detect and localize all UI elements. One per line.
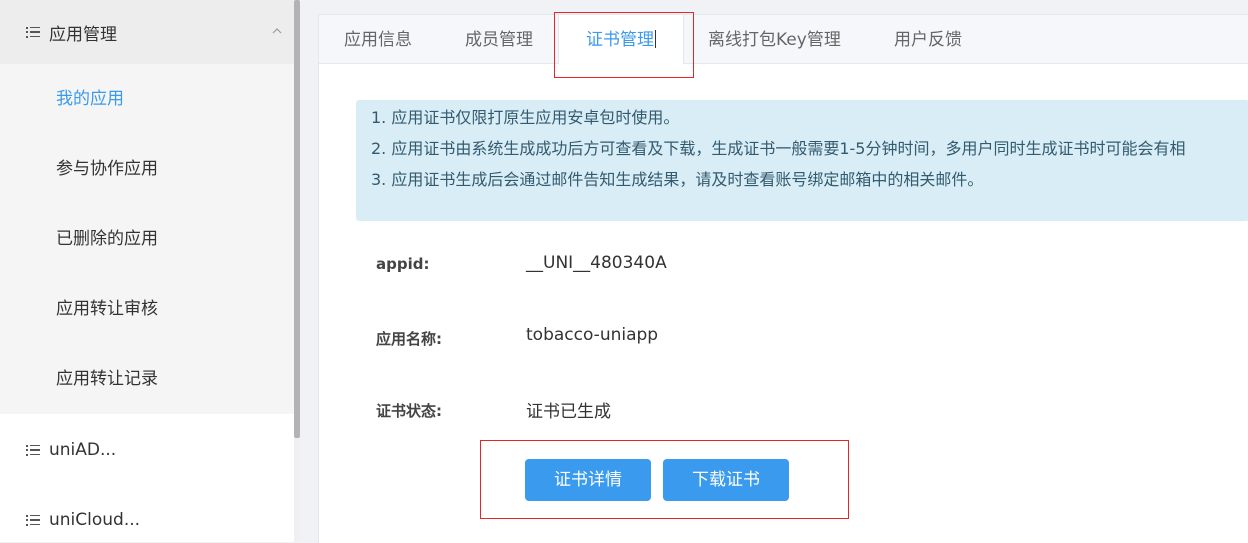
sidebar-group-uniad[interactable]: uniAD... bbox=[0, 415, 294, 485]
main-panel: 应用信息 成员管理 证书管理 离线打包Key管理 用户反馈 1. 应用证书仅限打… bbox=[318, 14, 1248, 543]
notice-line: 1. 应用证书仅限打原生应用安卓包时使用。 bbox=[371, 108, 680, 127]
tab-app-info[interactable]: 应用信息 bbox=[344, 15, 412, 63]
appid-label: appid: bbox=[376, 255, 430, 273]
notice-line: 2. 应用证书由系统生成成功后方可查看及下载，生成证书一般需要1-5分钟时间，多… bbox=[371, 139, 1186, 158]
sidebar-group-app-management[interactable]: 应用管理 bbox=[0, 0, 294, 64]
tab-label: 证书管理 bbox=[586, 30, 654, 50]
list-icon bbox=[26, 514, 40, 526]
sidebar-group-label: uniAD... bbox=[49, 440, 117, 460]
tab-certificate-management[interactable]: 证书管理 bbox=[558, 15, 684, 64]
sidebar-item-transfer-review[interactable]: 应用转让审核 bbox=[0, 274, 294, 344]
sidebar-group-label: 应用管理 bbox=[49, 24, 117, 45]
certificate-details-button[interactable]: 证书详情 bbox=[525, 459, 651, 501]
download-certificate-button[interactable]: 下载证书 bbox=[663, 459, 789, 501]
cert-status-label: 证书状态: bbox=[376, 402, 442, 420]
tab-member-management[interactable]: 成员管理 bbox=[465, 15, 533, 63]
sidebar-item-collab-apps[interactable]: 参与协作应用 bbox=[0, 134, 294, 204]
appid-value: __UNI__480340A bbox=[526, 253, 667, 273]
sidebar-group-label: uniCloud... bbox=[49, 510, 141, 530]
sidebar-submenu: 我的应用 参与协作应用 已删除的应用 应用转让审核 应用转让记录 bbox=[0, 64, 294, 414]
tab-offline-key-management[interactable]: 离线打包Key管理 bbox=[708, 15, 841, 63]
notice-line: 3. 应用证书生成后会通过邮件告知生成结果，请及时查看账号绑定邮箱中的相关邮件。 bbox=[371, 170, 984, 189]
sidebar-item-deleted-apps[interactable]: 已删除的应用 bbox=[0, 204, 294, 274]
sidebar-item-transfer-records[interactable]: 应用转让记录 bbox=[0, 344, 294, 414]
scrollbar-thumb[interactable] bbox=[294, 0, 300, 438]
app-name-label: 应用名称: bbox=[376, 330, 442, 348]
app-name-value: tobacco-uniapp bbox=[526, 325, 659, 345]
list-icon bbox=[26, 444, 40, 456]
text-caret bbox=[655, 30, 656, 48]
cert-status-value: 证书已生成 bbox=[526, 402, 611, 422]
sidebar: 应用管理 我的应用 参与协作应用 已删除的应用 应用转让审核 应用转让记录 un… bbox=[0, 0, 294, 542]
sidebar-scrollbar[interactable] bbox=[294, 0, 300, 542]
sidebar-item-my-apps[interactable]: 我的应用 bbox=[0, 64, 294, 134]
sidebar-group-unicloud[interactable]: uniCloud... bbox=[0, 485, 294, 542]
chevron-up-icon bbox=[272, 28, 282, 34]
list-icon bbox=[26, 26, 40, 38]
info-notice: 1. 应用证书仅限打原生应用安卓包时使用。 2. 应用证书由系统生成成功后方可查… bbox=[356, 100, 1248, 221]
tab-bar: 应用信息 成员管理 证书管理 离线打包Key管理 用户反馈 bbox=[319, 15, 1248, 64]
tab-user-feedback[interactable]: 用户反馈 bbox=[894, 15, 962, 63]
